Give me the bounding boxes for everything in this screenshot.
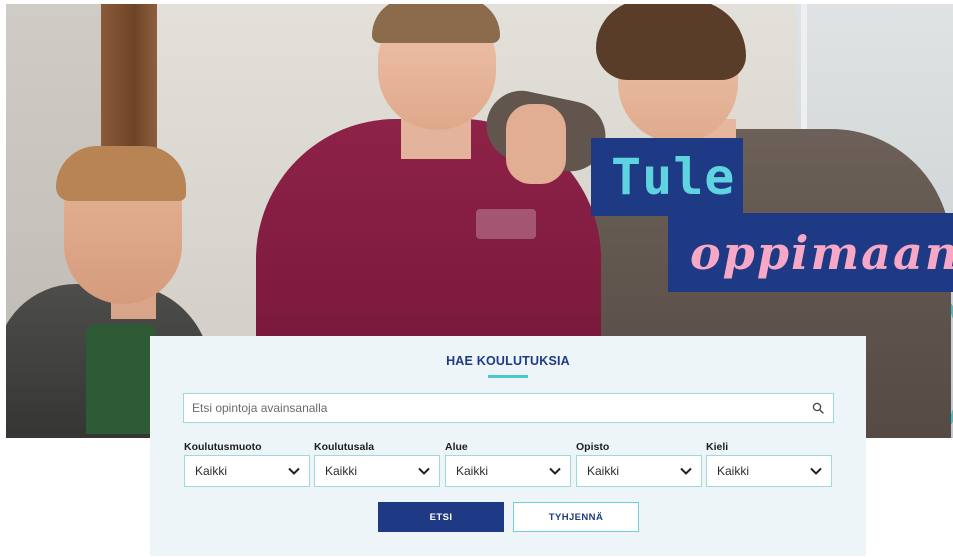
search-box bbox=[183, 393, 834, 423]
select-kieli[interactable]: Kaikki bbox=[706, 455, 832, 487]
person-left-shirt bbox=[86, 324, 156, 434]
chevron-down-icon bbox=[417, 464, 431, 478]
search-panel: HAE KOULUTUKSIA Koulutusmuoto Kaikki Kou… bbox=[150, 336, 866, 556]
person-right-hand bbox=[506, 104, 566, 184]
select-opisto[interactable]: Kaikki bbox=[576, 455, 702, 487]
filter-label: Koulutusala bbox=[314, 441, 375, 453]
slogan-line-2-text: oppimaan bbox=[690, 225, 953, 280]
filter-label: Koulutusmuoto bbox=[184, 441, 262, 453]
person-center-hair bbox=[372, 4, 500, 43]
search-panel-title: HAE KOULUTUKSIA bbox=[446, 354, 570, 368]
search-button[interactable]: ETSI bbox=[378, 502, 504, 532]
filter-label: Opisto bbox=[576, 441, 610, 453]
slogan-line-2: oppimaan bbox=[668, 213, 953, 292]
person-left-hair bbox=[56, 146, 186, 201]
select-value: Kaikki bbox=[717, 464, 750, 478]
filter-opisto: Opisto Kaikki bbox=[576, 440, 702, 487]
clear-button[interactable]: TYHJENNÄ bbox=[513, 502, 639, 532]
select-alue[interactable]: Kaikki bbox=[445, 455, 571, 487]
select-koulutusmuoto[interactable]: Kaikki bbox=[184, 455, 310, 487]
select-value: Kaikki bbox=[195, 464, 228, 478]
chevron-down-icon bbox=[679, 464, 693, 478]
search-icon[interactable] bbox=[803, 394, 833, 422]
chevron-down-icon bbox=[809, 464, 823, 478]
select-koulutusala[interactable]: Kaikki bbox=[314, 455, 440, 487]
filter-kieli: Kieli Kaikki bbox=[706, 440, 832, 487]
title-underline bbox=[488, 375, 528, 378]
filter-koulutusmuoto: Koulutusmuoto Kaikki bbox=[184, 440, 310, 487]
select-value: Kaikki bbox=[325, 464, 358, 478]
page: Tule oppimaan HAE KOULUTUKSIA Koulutusmu… bbox=[0, 0, 953, 557]
person-right-hair bbox=[596, 4, 746, 80]
search-input[interactable] bbox=[184, 394, 803, 422]
select-value: Kaikki bbox=[587, 464, 620, 478]
filter-label: Alue bbox=[445, 441, 468, 453]
sweatshirt-logo bbox=[476, 209, 536, 239]
slogan-line-1: Tule bbox=[591, 138, 743, 216]
filter-koulutusala: Koulutusala Kaikki bbox=[314, 440, 440, 487]
filter-alue: Alue Kaikki bbox=[445, 440, 571, 487]
slogan-line-1-text: Tule bbox=[611, 148, 736, 206]
chevron-down-icon bbox=[548, 464, 562, 478]
chevron-down-icon bbox=[287, 464, 301, 478]
select-value: Kaikki bbox=[456, 464, 489, 478]
filter-label: Kieli bbox=[706, 441, 729, 453]
